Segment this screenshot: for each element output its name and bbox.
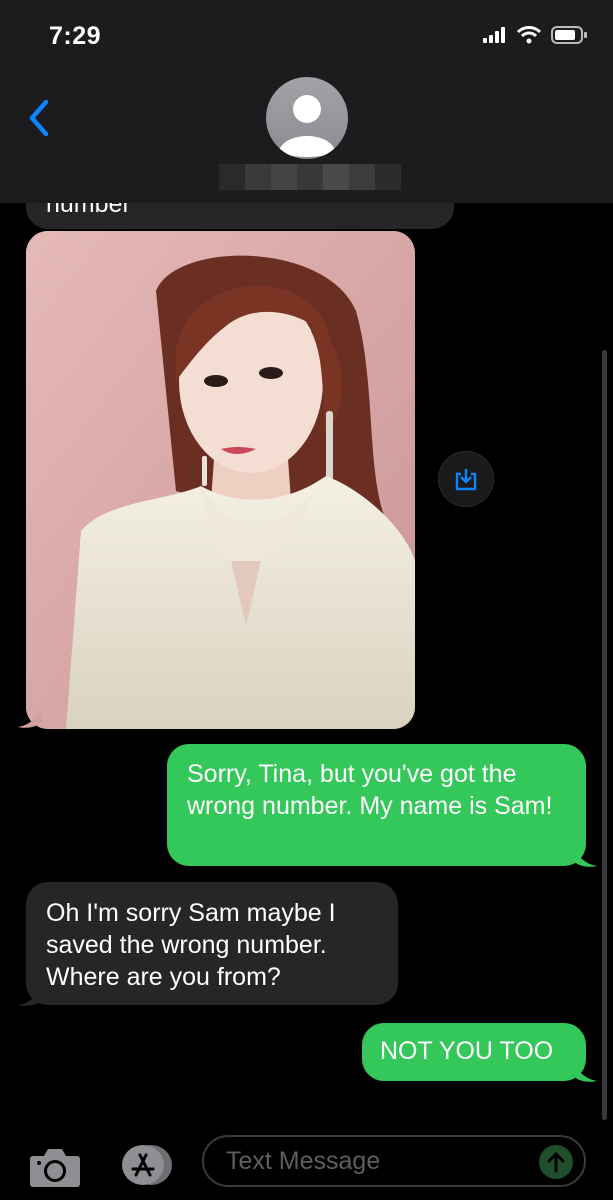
save-photo-icon <box>455 469 477 491</box>
send-button[interactable] <box>539 1145 573 1179</box>
battery-icon <box>551 26 587 44</box>
avatar-icon <box>266 77 348 159</box>
contact-avatar[interactable] <box>266 77 348 159</box>
status-time: 7:29 <box>49 22 102 50</box>
message-text: Oh I'm sorry Sam maybe I saved the wrong… <box>46 899 336 991</box>
bubble-tail <box>18 707 42 728</box>
bubble-tail <box>573 846 597 867</box>
message-text: Sorry, Tina, but you've got the wrong nu… <box>187 760 553 820</box>
conversation-header: 7:29 <box>0 0 613 203</box>
message-text: NOT YOU TOO <box>380 1037 554 1065</box>
selfie-photo <box>26 231 415 729</box>
message-bubble-incoming[interactable]: Oh I'm sorry Sam maybe I saved the wrong… <box>26 882 398 1005</box>
scrollbar[interactable] <box>602 350 607 1120</box>
message-bubble-outgoing[interactable]: Sorry, Tina, but you've got the wrong nu… <box>167 744 586 866</box>
photo-message[interactable] <box>26 231 415 729</box>
camera-icon[interactable] <box>29 1146 81 1188</box>
app-store-icon[interactable] <box>113 1143 173 1187</box>
back-chevron-icon[interactable] <box>26 98 52 138</box>
message-input[interactable]: Text Message <box>202 1135 586 1187</box>
message-bubble-outgoing[interactable]: NOT YOU TOO <box>362 1023 586 1081</box>
bubble-tail <box>573 1061 597 1082</box>
wifi-icon <box>517 26 541 44</box>
cellular-icon <box>483 27 505 43</box>
status-icons <box>483 26 587 44</box>
message-input-placeholder: Text Message <box>226 1147 381 1175</box>
bubble-tail <box>18 985 42 1006</box>
composer-bar: Text Message <box>0 1124 613 1200</box>
send-arrow-icon <box>547 1152 565 1173</box>
contact-name-redacted[interactable] <box>219 164 401 190</box>
save-photo-button[interactable] <box>438 451 494 507</box>
